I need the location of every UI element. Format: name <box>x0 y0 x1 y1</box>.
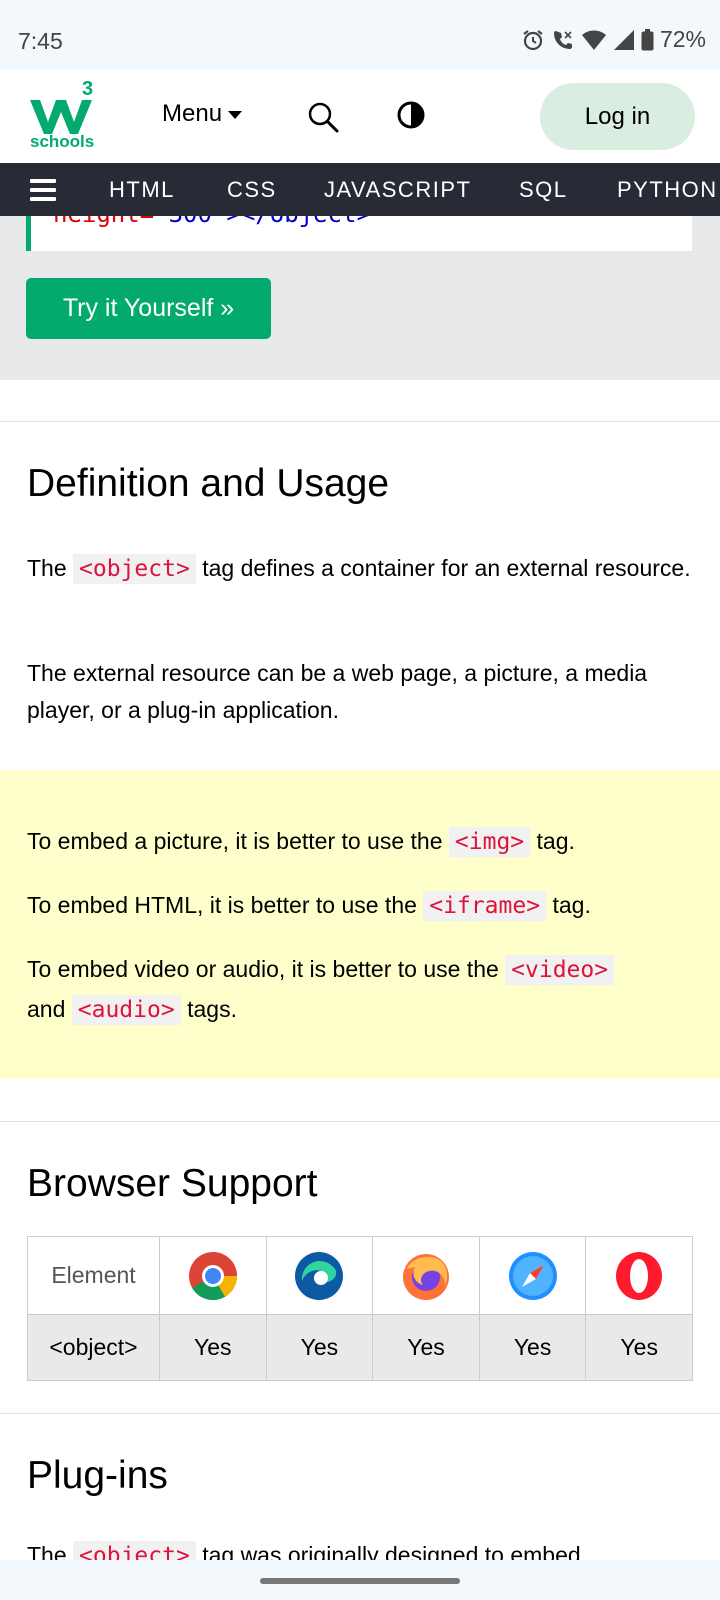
edge-icon <box>295 1251 344 1300</box>
browser-support-table: Element <object> Yes Yes Yes Yes Yes <box>27 1236 693 1381</box>
section-divider <box>0 1413 720 1414</box>
status-bar: 7:45 72% <box>0 0 720 70</box>
text: tags. <box>180 996 237 1022</box>
audio-tag-code: <audio> <box>71 995 181 1025</box>
site-header: 3 schools Menu Log in <box>0 70 720 163</box>
dark-mode-toggle-icon[interactable] <box>396 100 426 130</box>
nav-sql[interactable]: SQL <box>519 177 568 203</box>
menu-button[interactable]: Menu <box>162 100 243 128</box>
opera-icon <box>616 1251 663 1300</box>
iframe-tag-code: <iframe> <box>423 891 547 921</box>
chrome-support: Yes <box>159 1314 267 1381</box>
definition-paragraph-1: The <object> tag defines a container for… <box>27 550 697 588</box>
nav-javascript[interactable]: JAVASCRIPT <box>324 177 471 203</box>
code-line: height="300"></object> <box>53 216 371 228</box>
video-tag-code: <video> <box>505 955 615 985</box>
topic-navbar: HTML CSS JAVASCRIPT SQL PYTHON <box>0 163 720 216</box>
signal-icon <box>613 29 634 50</box>
table-header-row: Element <box>27 1236 693 1315</box>
text: tag. <box>546 892 591 918</box>
caret-down-icon <box>228 111 243 119</box>
text: tag defines a container for an external … <box>195 555 691 581</box>
code-value: "300" <box>154 216 226 228</box>
text: and <box>27 996 72 1022</box>
code-attr: height= <box>53 216 154 228</box>
text: To embed video or audio, it is better to… <box>27 956 506 982</box>
note-line-2: To embed HTML, it is better to use the <… <box>27 886 697 926</box>
battery-percent: 72% <box>659 26 706 52</box>
login-button[interactable]: Log in <box>540 83 695 150</box>
firefox-icon <box>402 1253 449 1300</box>
code-close: ></object> <box>226 216 371 228</box>
firefox-column <box>372 1236 480 1315</box>
try-it-yourself-button[interactable]: Try it Yourself » <box>26 278 271 339</box>
section-divider <box>0 1121 720 1122</box>
chrome-icon <box>188 1251 237 1300</box>
opera-support: Yes <box>585 1314 693 1381</box>
definition-paragraph-2: The external resource can be a web page,… <box>27 660 648 723</box>
hamburger-menu-icon[interactable] <box>30 179 56 201</box>
text: To embed a picture, it is better to use … <box>27 828 449 854</box>
safari-column <box>478 1236 587 1315</box>
nav-python[interactable]: PYTHON <box>617 177 718 203</box>
gesture-bar <box>0 1560 720 1600</box>
nav-html[interactable]: HTML <box>109 177 175 203</box>
firefox-support: Yes <box>372 1314 480 1381</box>
example-panel: height="300"></object> Try it Yourself » <box>0 216 720 380</box>
text: To embed HTML, it is better to use the <box>27 892 424 918</box>
logo-text: schools <box>30 132 95 151</box>
text: The <box>27 555 74 581</box>
status-time: 7:45 <box>18 28 63 54</box>
nav-css[interactable]: CSS <box>227 177 277 203</box>
chrome-column <box>159 1236 267 1315</box>
plugins-heading: Plug-ins <box>27 1454 168 1497</box>
element-column-header: Element <box>27 1236 160 1315</box>
section-divider <box>0 421 720 422</box>
browser-support-heading: Browser Support <box>27 1162 318 1205</box>
note-panel: To embed a picture, it is better to use … <box>0 770 720 1079</box>
search-icon[interactable] <box>306 100 340 134</box>
object-tag-code: <object> <box>73 554 196 584</box>
edge-support: Yes <box>265 1314 374 1381</box>
opera-column <box>585 1236 693 1315</box>
definition-heading: Definition and Usage <box>27 462 390 505</box>
edge-column <box>265 1236 374 1315</box>
code-box: height="300"></object> <box>26 216 692 251</box>
alarm-icon <box>523 29 543 50</box>
row-element-label: <object> <box>27 1314 160 1381</box>
table-row: <object> Yes Yes Yes Yes Yes <box>27 1314 693 1381</box>
safari-icon <box>508 1251 557 1300</box>
text: tag. <box>530 828 575 854</box>
home-handle[interactable] <box>260 1578 460 1584</box>
battery-icon <box>641 28 654 50</box>
note-line-3: To embed video or audio, it is better to… <box>27 950 697 1030</box>
wifi-icon <box>581 30 606 50</box>
wifi-call-icon <box>553 30 572 49</box>
safari-support: Yes <box>478 1314 587 1381</box>
menu-label: Menu <box>162 100 223 127</box>
w3schools-logo[interactable]: 3 schools <box>26 78 106 154</box>
logo-superscript: 3 <box>82 78 94 100</box>
note-line-1: To embed a picture, it is better to use … <box>27 822 697 862</box>
status-icons: 72% <box>521 26 706 53</box>
img-tag-code: <img> <box>448 827 531 857</box>
